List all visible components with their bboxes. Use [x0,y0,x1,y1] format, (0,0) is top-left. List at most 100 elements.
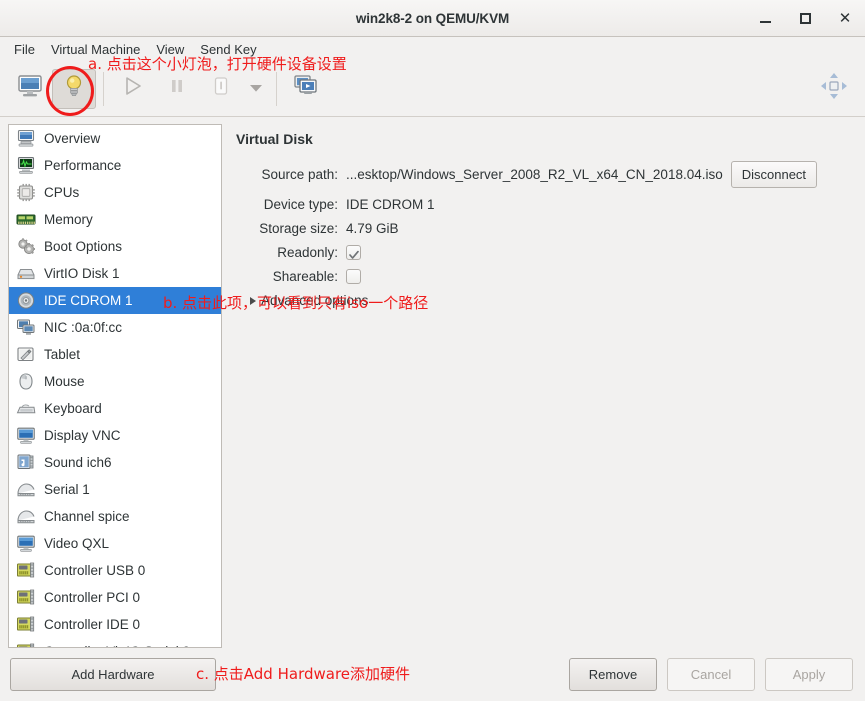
remove-button[interactable]: Remove [569,658,657,691]
sidebar-item-label: CPUs [44,185,80,200]
shutdown-menu-button[interactable] [243,69,269,109]
toolbar-separator [103,71,104,106]
lightbulb-icon [61,73,87,104]
source-path-value: ...esktop/Windows_Server_2008_R2_VL_x64_… [346,167,723,182]
sidebar-item-boot-options[interactable]: Boot Options [9,233,221,260]
disconnect-button[interactable]: Disconnect [730,161,818,188]
shareable-checkbox[interactable] [346,269,361,284]
sidebar-item-channel-spice[interactable]: Channel spice [9,503,221,530]
sidebar-item-label: Video QXL [44,536,110,551]
chevron-down-icon [249,80,263,98]
sidebar-item-overview[interactable]: Overview [9,125,221,152]
storage-size-label: Storage size: [259,221,338,236]
hardware-list[interactable]: Overview Performance CPUs Memory Boot Option… [8,124,222,648]
storage-size-row: Storage size: 4.79 GiB [234,221,853,236]
menu-item-virtual-machine[interactable]: Virtual Machine [43,40,148,59]
add-hardware-button[interactable]: Add Hardware [10,658,216,691]
sidebar-item-label: Boot Options [44,239,123,254]
menu-item-view[interactable]: View [148,40,192,59]
show-console-button[interactable] [8,69,52,109]
readonly-checkbox[interactable] [346,245,361,260]
sidebar-item-nic-0a-0f-cc[interactable]: NIC :0a:0f:cc [9,314,221,341]
menu-bar: File Virtual Machine View Send Key [0,37,865,61]
shareable-label: Shareable: [272,269,338,284]
sidebar-item-performance[interactable]: Performance [9,152,221,179]
maximize-icon[interactable] [795,8,815,28]
footer-action-buttons: Remove Cancel Apply [569,658,853,691]
shareable-row: Shareable: [234,269,853,284]
sidebar-item-controller-ide-0[interactable]: Controller IDE 0 [9,611,221,638]
sidebar-item-ide-cdrom-1[interactable]: IDE CDROM 1 [9,287,221,314]
sidebar-item-label: Channel spice [44,509,130,524]
sidebar-item-controller-pci-0[interactable]: Controller PCI 0 [9,584,221,611]
mouse-icon [16,372,36,391]
sidebar-item-label: Sound ich6 [44,455,112,470]
sidebar-item-label: VirtIO Disk 1 [44,266,120,281]
sidebar-item-mouse[interactable]: Mouse [9,368,221,395]
gears-icon [16,237,36,256]
sidebar-item-label: Tablet [44,347,81,362]
computer-icon [16,129,36,148]
sidebar-item-label: NIC :0a:0f:cc [44,320,123,335]
sidebar-item-sound-ich6[interactable]: Sound ich6 [9,449,221,476]
close-icon[interactable]: ✕ [835,8,855,28]
pause-button[interactable] [155,69,199,109]
sidebar-item-label: Performance [44,158,122,173]
sidebar-item-serial-1[interactable]: Serial 1 [9,476,221,503]
network-card-icon [16,318,36,337]
minimize-icon[interactable] [755,8,775,28]
display-icon [16,426,36,445]
serial-port-icon [16,507,36,526]
hardware-list-panel: Overview Performance CPUs Memory Boot Option… [0,117,222,648]
snapshots-button[interactable] [284,69,328,109]
title-bar: win2k8-2 on QEMU/KVM ✕ [0,0,865,37]
menu-item-send-key[interactable]: Send Key [192,40,264,59]
apply-button[interactable]: Apply [765,658,853,691]
sidebar-item-label: Controller IDE 0 [44,617,141,632]
cancel-button[interactable]: Cancel [667,658,755,691]
content-area: Overview Performance CPUs Memory Boot Option… [0,117,865,648]
detail-panel: Virtual Disk Source path: ...esktop/Wind… [222,117,865,648]
sidebar-item-video-qxl[interactable]: Video QXL [9,530,221,557]
page-title: Virtual Disk [236,131,313,147]
sidebar-item-tablet[interactable]: Tablet [9,341,221,368]
snapshots-icon [293,74,319,103]
storage-size-value: 4.79 GiB [346,221,399,236]
window-title: win2k8-2 on QEMU/KVM [355,10,510,26]
sidebar-item-label: Memory [44,212,93,227]
sound-card-icon [16,453,36,472]
serial-port-icon [16,480,36,499]
advanced-options-toggle[interactable]: Advanced options [250,293,368,308]
sidebar-item-controller-usb-0[interactable]: Controller USB 0 [9,557,221,584]
controller-card-icon [16,561,36,580]
harddisk-icon [16,264,36,283]
sidebar-item-label: Controller PCI 0 [44,590,141,605]
sidebar-item-virtio-disk-1[interactable]: VirtIO Disk 1 [9,260,221,287]
sidebar-item-label: Serial 1 [44,482,90,497]
check-icon [349,248,359,259]
menu-item-file[interactable]: File [6,40,43,59]
chevron-right-icon [250,296,256,305]
device-type-value: IDE CDROM 1 [346,197,435,212]
device-type-label: Device type: [263,197,338,212]
sidebar-item-controller-virtio-serial-0[interactable]: Controller VirtIO Serial 0 [9,638,221,647]
shutdown-button[interactable] [199,69,243,109]
keyboard-icon [16,399,36,418]
show-hardware-details-button[interactable] [52,68,96,109]
dialog-footer: Add Hardware Remove Cancel Apply [0,648,865,701]
chart-monitor-icon [16,156,36,175]
monitor-icon [17,74,43,103]
source-path-label: Source path: [261,167,338,182]
sidebar-item-cpus[interactable]: CPUs [9,179,221,206]
controller-card-icon [16,588,36,607]
cpu-chip-icon [16,183,36,202]
fullscreen-button[interactable] [817,72,851,106]
sidebar-item-keyboard[interactable]: Keyboard [9,395,221,422]
sidebar-item-memory[interactable]: Memory [9,206,221,233]
sidebar-item-label: IDE CDROM 1 [44,293,133,308]
sidebar-item-label: Overview [44,131,101,146]
sidebar-item-display-vnc[interactable]: Display VNC [9,422,221,449]
run-button[interactable] [111,69,155,109]
toolbar [0,61,865,117]
resize-arrows-icon [819,71,849,106]
